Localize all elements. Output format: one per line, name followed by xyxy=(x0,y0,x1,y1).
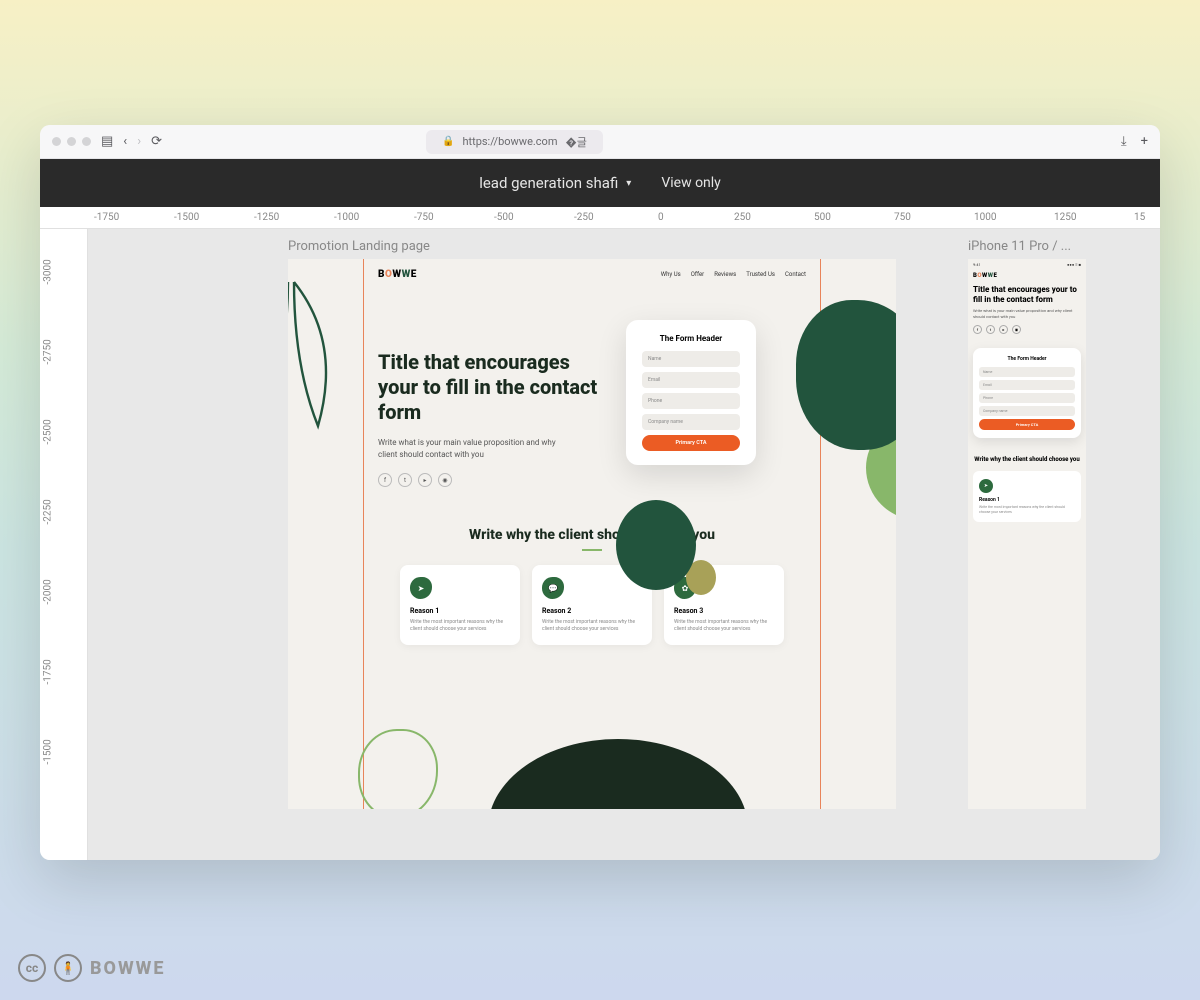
email-field[interactable]: Email xyxy=(642,372,740,388)
hero-subtitle: Write what is your main value propositio… xyxy=(968,308,1086,319)
twitter-icon[interactable]: t xyxy=(986,325,995,334)
form-header: The Form Header xyxy=(642,334,740,343)
reload-icon[interactable]: ⟳ xyxy=(151,134,162,149)
company-field[interactable]: Company name xyxy=(979,406,1075,416)
site-nav: BOWWE Why Us Offer Reviews Trusted Us Co… xyxy=(288,259,896,280)
by-icon: 🧍 xyxy=(54,954,82,982)
youtube-icon[interactable]: ▸ xyxy=(999,325,1008,334)
minimize-dot[interactable] xyxy=(67,137,76,146)
blob-decoration xyxy=(616,500,696,590)
reason-title: Reason 2 xyxy=(542,607,642,615)
youtube-icon[interactable]: ▸ xyxy=(418,473,432,487)
reason-title: Reason 1 xyxy=(979,497,1075,503)
traffic-lights[interactable] xyxy=(52,137,91,146)
instagram-icon[interactable]: ◉ xyxy=(1012,325,1021,334)
zoom-dot[interactable] xyxy=(82,137,91,146)
twitter-icon[interactable]: t xyxy=(398,473,412,487)
primary-cta-button[interactable]: Primary CTA xyxy=(642,435,740,451)
primary-cta-button[interactable]: Primary CTA xyxy=(979,419,1075,430)
vertical-ruler: -3000 -2750 -2500 -2250 -2000 -1750 -150… xyxy=(40,229,88,860)
design-canvas[interactable]: Promotion Landing page iPhone 11 Pro / .… xyxy=(88,229,1160,860)
facebook-icon[interactable]: f xyxy=(378,473,392,487)
horizontal-ruler: -1750 -1500 -1250 -1000 -750 -500 -250 0… xyxy=(40,207,1160,229)
section-title: Write why the client should choose you xyxy=(378,527,806,543)
back-icon[interactable]: ‹ xyxy=(123,134,127,149)
status-bar: 9:41●●● ≡ ■ xyxy=(968,259,1086,270)
name-field[interactable]: Name xyxy=(642,351,740,367)
reason-body: Write the most important reasons why the… xyxy=(979,505,1075,514)
contact-form: The Form Header Name Email Phone Company… xyxy=(626,320,756,465)
phone-field[interactable]: Phone xyxy=(979,393,1075,403)
share-icon[interactable]: �글 xyxy=(565,134,586,150)
form-header: The Form Header xyxy=(979,356,1075,362)
hero-title: Title that encourages your to fill in th… xyxy=(378,350,606,425)
social-links: f t ▸ ◉ xyxy=(378,473,606,487)
browser-toolbar: ▤ ‹ › ⟳ 🔒 https://bowwe.com �글 ⤓ + xyxy=(40,125,1160,159)
reason-body: Write the most important reasons why the… xyxy=(410,619,510,633)
nav-link[interactable]: Offer xyxy=(691,271,704,278)
reason-card: ➤ Reason 1 Write the most important reas… xyxy=(400,565,520,645)
mobile-frame[interactable]: 9:41●●● ≡ ■ BOWWE Title that encourages … xyxy=(968,259,1086,809)
logo: BOWWE xyxy=(378,269,417,280)
app-header: lead generation shafi ▾ View only xyxy=(40,159,1160,207)
blob-decoration xyxy=(488,739,748,809)
nav-link[interactable]: Trusted Us xyxy=(746,271,775,278)
reason-body: Write the most important reasons why the… xyxy=(674,619,774,633)
desktop-frame[interactable]: BOWWE Why Us Offer Reviews Trusted Us Co… xyxy=(288,259,896,809)
browser-window: ▤ ‹ › ⟳ 🔒 https://bowwe.com �글 ⤓ + lead … xyxy=(40,125,1160,860)
url-text: https://bowwe.com xyxy=(462,135,557,148)
send-icon: ➤ xyxy=(410,577,432,599)
phone-field[interactable]: Phone xyxy=(642,393,740,409)
send-icon: ➤ xyxy=(979,479,993,493)
nav-link[interactable]: Reviews xyxy=(714,271,736,278)
download-icon[interactable]: ⤓ xyxy=(1121,134,1127,149)
frame-label-desktop[interactable]: Promotion Landing page xyxy=(288,239,430,254)
frame-label-mobile[interactable]: iPhone 11 Pro / ... xyxy=(968,239,1071,254)
blob-decoration xyxy=(358,729,438,809)
cc-icon: cc xyxy=(18,954,46,982)
section-title: Write why the client should choose you xyxy=(968,446,1086,467)
sidebar-icon[interactable]: ▤ xyxy=(101,134,113,149)
instagram-icon[interactable]: ◉ xyxy=(438,473,452,487)
logo: BOWWE xyxy=(968,270,1086,281)
name-field[interactable]: Name xyxy=(979,367,1075,377)
chat-icon: 💬 xyxy=(542,577,564,599)
chevron-down-icon[interactable]: ▾ xyxy=(626,178,631,189)
title-underline xyxy=(582,549,602,551)
hero-subtitle: Write what is your main value propositio… xyxy=(378,437,558,461)
reason-body: Write the most important reasons why the… xyxy=(542,619,642,633)
watermark-text: BOWWE xyxy=(90,958,165,979)
lock-icon: 🔒 xyxy=(442,136,454,147)
address-bar[interactable]: 🔒 https://bowwe.com �글 xyxy=(426,130,603,154)
view-mode-label: View only xyxy=(661,175,720,191)
document-title[interactable]: lead generation shafi xyxy=(479,174,618,192)
company-field[interactable]: Company name xyxy=(642,414,740,430)
contact-form: The Form Header Name Email Phone Company… xyxy=(973,348,1081,438)
nav-link[interactable]: Why Us xyxy=(661,271,681,278)
blob-decoration xyxy=(796,300,896,450)
reason-card: ➤ Reason 1 Write the most important reas… xyxy=(973,471,1081,522)
social-links: f t ▸ ◉ xyxy=(968,319,1086,340)
email-field[interactable]: Email xyxy=(979,380,1075,390)
forward-icon: › xyxy=(137,134,141,149)
facebook-icon[interactable]: f xyxy=(973,325,982,334)
close-dot[interactable] xyxy=(52,137,61,146)
new-tab-icon[interactable]: + xyxy=(1141,134,1148,149)
reason-title: Reason 1 xyxy=(410,607,510,615)
watermark: cc 🧍 BOWWE xyxy=(18,954,165,982)
nav-link[interactable]: Contact xyxy=(785,271,806,278)
hero-title: Title that encourages your to fill in th… xyxy=(968,281,1086,308)
reason-title: Reason 3 xyxy=(674,607,774,615)
